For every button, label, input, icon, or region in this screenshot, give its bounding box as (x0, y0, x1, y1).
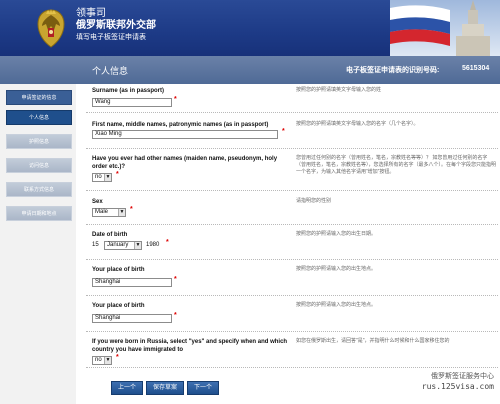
sidebar-item-personal-info[interactable]: 个人信息 (6, 110, 72, 125)
form-row-surname: Surname (as in passport) Wang * 按照您的护照请填… (86, 86, 498, 113)
watermark-line-2: rus.125visa.com (421, 382, 494, 391)
form-row-date-of-birth: Date of birth 15 January ▼ 1980 * 按照您的护照… (86, 227, 498, 260)
prev-button[interactable]: 上一个 (111, 381, 143, 395)
next-button[interactable]: 下一个 (187, 381, 219, 395)
dob-hint: 按照您的护照请输入您的出生日期。 (296, 231, 377, 237)
other-names-hint: 您曾用过任何别的名字（曾用姓名，笔名，宗教姓名等等）？ 如您曾用过任何别的名字（… (296, 155, 497, 175)
pob2-hint: 按照您的护照请输入您的出生地点。 (296, 302, 377, 308)
form-row-sex: Sex Male ▼ * 请指明您的性别 (86, 193, 498, 225)
given-names-hint: 按照您的护照请填英文字母输入您的名字（几个名字）。 (296, 121, 419, 127)
russia-label: If you were born in Russia, select "yes"… (92, 339, 288, 353)
section-title: 个人信息 (92, 66, 129, 76)
chevron-down-icon: ▼ (104, 357, 111, 364)
pob-input[interactable]: Shanghai (92, 278, 172, 287)
pob2-input[interactable]: Shanghai (92, 314, 172, 323)
header-title: 领事司 俄罗斯联邦外交部 填写电子板签证申请表 (76, 8, 156, 42)
chevron-down-icon: ▼ (104, 174, 111, 181)
dob-label: Date of birth (92, 232, 128, 238)
russia-value: no (95, 357, 102, 363)
sidebar-item-contact-info[interactable]: 联系方式信息 (6, 182, 72, 197)
application-number-label: 电子板签证申请表的识别号码: (346, 67, 440, 74)
coat-of-arms-icon (37, 9, 65, 48)
pob-label: Your place of birth (92, 267, 145, 273)
sidebar-item-visit-info[interactable]: 访问信息 (6, 158, 72, 173)
sex-hint: 请指明您的性别 (296, 198, 332, 204)
required-marker: * (174, 312, 177, 319)
form-row-given-names: First name, middle names, patronymic nam… (86, 115, 498, 149)
header-line-1: 领事司 (76, 8, 106, 19)
chevron-down-icon: ▼ (118, 209, 125, 216)
russia-hint: 如您在俄罗斯出生，请回答"是"，并指明什么时候和什么国家移住您的 (296, 338, 450, 344)
form-row-place-of-birth: Your place of birth Shanghai * 按照您的护照请输入… (86, 262, 498, 296)
dob-month-select[interactable]: January ▼ (104, 241, 142, 250)
site-header: 领事司 俄罗斯联邦外交部 填写电子板签证申请表 (0, 0, 500, 56)
watermark-line-1: 俄罗斯签证服务中心 (431, 373, 494, 380)
required-marker: * (174, 96, 177, 103)
save-draft-button[interactable]: 保存草案 (146, 381, 184, 395)
other-names-select[interactable]: no ▼ (92, 173, 112, 182)
required-marker: * (166, 239, 169, 246)
section-bar: 个人信息 电子板签证申请表的识别号码: 5615304 (0, 56, 500, 84)
required-marker: * (130, 206, 133, 213)
sidebar-item-date-place[interactable]: 申请日期和地点 (6, 206, 72, 221)
chevron-down-icon: ▼ (134, 242, 141, 249)
given-names-label: First name, middle names, patronymic nam… (92, 122, 269, 128)
pob2-label: Your place of birth (92, 303, 145, 309)
form-area: Surname (as in passport) Wang * 按照您的护照请填… (76, 84, 500, 404)
other-names-label: Have you ever had other names (maiden na… (92, 156, 278, 170)
sidebar-item-passport-info[interactable]: 护照信息 (6, 134, 72, 149)
dob-month-value: January (107, 242, 129, 248)
surname-input[interactable]: Wang (92, 98, 172, 107)
header-line-2: 俄罗斯联邦外交部 (76, 20, 156, 31)
russian-flag-building-image (390, 0, 500, 56)
required-marker: * (116, 171, 119, 178)
sidebar-nav: 申请签证的信息 个人信息 护照信息 访问信息 联系方式信息 申请日期和地点 (0, 84, 76, 404)
form-row-born-in-russia: If you were born in Russia, select "yes"… (86, 334, 498, 368)
dob-day[interactable]: 15 (92, 241, 99, 250)
russia-select[interactable]: no ▼ (92, 356, 112, 365)
other-names-value: no (95, 174, 102, 180)
application-number: 5615304 (462, 65, 490, 72)
sex-select[interactable]: Male ▼ (92, 208, 126, 217)
sex-value: Male (95, 209, 109, 215)
required-marker: * (282, 128, 285, 135)
required-marker: * (116, 354, 119, 361)
surname-label: Surname (as in passport) (92, 88, 165, 94)
required-marker: * (174, 276, 177, 283)
dob-year[interactable]: 1980 (146, 241, 159, 250)
form-row-place-of-birth-2: Your place of birth Shanghai * 按照您的护照请输入… (86, 298, 498, 332)
watermark: 俄罗斯签证服务中心 rus.125visa.com (372, 372, 500, 392)
surname-hint: 按照您的护照请填英文字母输入您的姓 (296, 87, 382, 93)
sidebar-item-visa-info[interactable]: 申请签证的信息 (6, 90, 72, 105)
form-row-other-names: Have you ever had other names (maiden na… (86, 151, 498, 191)
pob-hint: 按照您的护照请输入您的出生地点。 (296, 266, 377, 272)
sex-label: Sex (92, 199, 103, 205)
header-line-3: 填写电子板签证申请表 (76, 33, 146, 41)
given-names-input[interactable]: Xiao Ming (92, 130, 278, 139)
